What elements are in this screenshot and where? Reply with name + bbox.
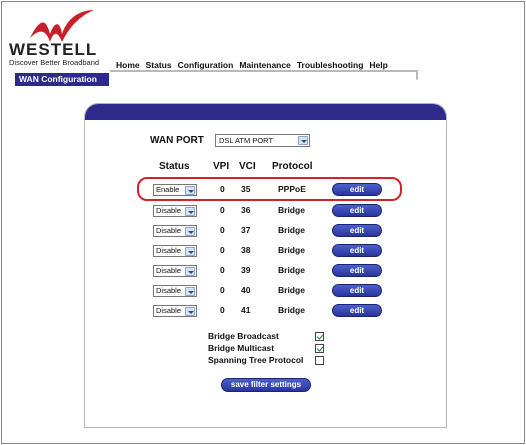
table-row: Disable 0 39 Bridge edit xyxy=(85,262,446,280)
chevron-down-icon xyxy=(185,287,195,296)
edit-button[interactable]: edit xyxy=(332,284,382,297)
spanning-tree-label: Spanning Tree Protocol xyxy=(208,355,304,365)
status-select[interactable]: Disable xyxy=(153,225,197,237)
section-tab-wan-configuration: WAN Configuration xyxy=(15,73,109,85)
chevron-down-icon xyxy=(185,307,195,316)
bridge-multicast-label: Bridge Multicast xyxy=(208,343,275,353)
edit-button[interactable]: edit xyxy=(332,204,382,217)
edit-button[interactable]: edit xyxy=(332,244,382,257)
chevron-down-icon xyxy=(185,227,195,236)
vci-value: 39 xyxy=(241,265,251,275)
chevron-down-icon xyxy=(185,247,195,256)
nav-home[interactable]: Home xyxy=(116,60,140,70)
row-highlight-annotation xyxy=(137,177,402,201)
status-value: Disable xyxy=(156,226,182,235)
nav-divider xyxy=(110,70,418,80)
column-header-protocol: Protocol xyxy=(272,161,313,172)
table-row: Disable 0 41 Bridge edit xyxy=(85,302,446,320)
brand-name: WESTELL xyxy=(9,40,98,59)
protocol-value: Bridge xyxy=(278,305,305,315)
vpi-value: 0 xyxy=(220,225,225,235)
vci-value: 36 xyxy=(241,205,251,215)
nav-maintenance[interactable]: Maintenance xyxy=(239,60,291,70)
chevron-down-icon xyxy=(185,267,195,276)
save-filter-settings-button[interactable]: save filter settings xyxy=(221,378,311,392)
panel-header-bar xyxy=(85,104,446,120)
browser-frame: WESTELL Discover Better Broadband Home S… xyxy=(1,1,525,444)
vpi-value: 0 xyxy=(220,205,225,215)
chevron-down-icon xyxy=(298,136,308,145)
vpi-value: 0 xyxy=(220,265,225,275)
wan-port-value: DSL ATM PORT xyxy=(219,136,274,145)
vpi-value: 0 xyxy=(220,305,225,315)
status-select[interactable]: Disable xyxy=(153,205,197,217)
vpi-value: 0 xyxy=(220,285,225,295)
edit-button[interactable]: edit xyxy=(332,224,382,237)
vci-value: 38 xyxy=(241,245,251,255)
column-header-vpi: VPI xyxy=(213,161,230,172)
protocol-value: Bridge xyxy=(278,225,305,235)
nav-status[interactable]: Status xyxy=(146,60,172,70)
vci-value: 40 xyxy=(241,285,251,295)
status-select[interactable]: Disable xyxy=(153,245,197,257)
nav-help[interactable]: Help xyxy=(369,60,387,70)
protocol-value: Bridge xyxy=(278,265,305,275)
vpi-value: 0 xyxy=(220,245,225,255)
wan-port-label: WAN PORT xyxy=(150,135,204,146)
bridge-multicast-checkbox[interactable] xyxy=(315,344,324,353)
wan-port-select[interactable]: DSL ATM PORT xyxy=(215,134,310,147)
edit-button[interactable]: edit xyxy=(332,264,382,277)
chevron-down-icon xyxy=(185,207,195,216)
table-row: Disable 0 37 Bridge edit xyxy=(85,222,446,240)
nav-configuration[interactable]: Configuration xyxy=(178,60,234,70)
column-header-status: Status xyxy=(159,161,190,172)
status-select[interactable]: Disable xyxy=(153,265,197,277)
status-value: Disable xyxy=(156,306,182,315)
column-header-vci: VCI xyxy=(239,161,256,172)
protocol-value: Bridge xyxy=(278,285,305,295)
status-value: Disable xyxy=(156,206,182,215)
table-row: Disable 0 36 Bridge edit xyxy=(85,202,446,220)
protocol-value: Bridge xyxy=(278,205,305,215)
status-select[interactable]: Disable xyxy=(153,285,197,297)
nav-troubleshooting[interactable]: Troubleshooting xyxy=(297,60,364,70)
status-value: Disable xyxy=(156,246,182,255)
brand-tagline: Discover Better Broadband xyxy=(9,58,100,67)
vci-value: 37 xyxy=(241,225,251,235)
status-value: Disable xyxy=(156,266,182,275)
status-value: Disable xyxy=(156,286,182,295)
section-divider xyxy=(15,85,109,86)
bridge-broadcast-label: Bridge Broadcast xyxy=(208,331,279,341)
table-row: Disable 0 40 Bridge edit xyxy=(85,282,446,300)
spanning-tree-checkbox[interactable] xyxy=(315,356,324,365)
wan-config-panel: WAN PORT DSL ATM PORT Status VPI VCI Pro… xyxy=(84,103,447,428)
protocol-value: Bridge xyxy=(278,245,305,255)
bridge-broadcast-checkbox[interactable] xyxy=(315,332,324,341)
edit-button[interactable]: edit xyxy=(332,304,382,317)
status-select[interactable]: Disable xyxy=(153,305,197,317)
vci-value: 41 xyxy=(241,305,251,315)
table-row: Disable 0 38 Bridge edit xyxy=(85,242,446,260)
